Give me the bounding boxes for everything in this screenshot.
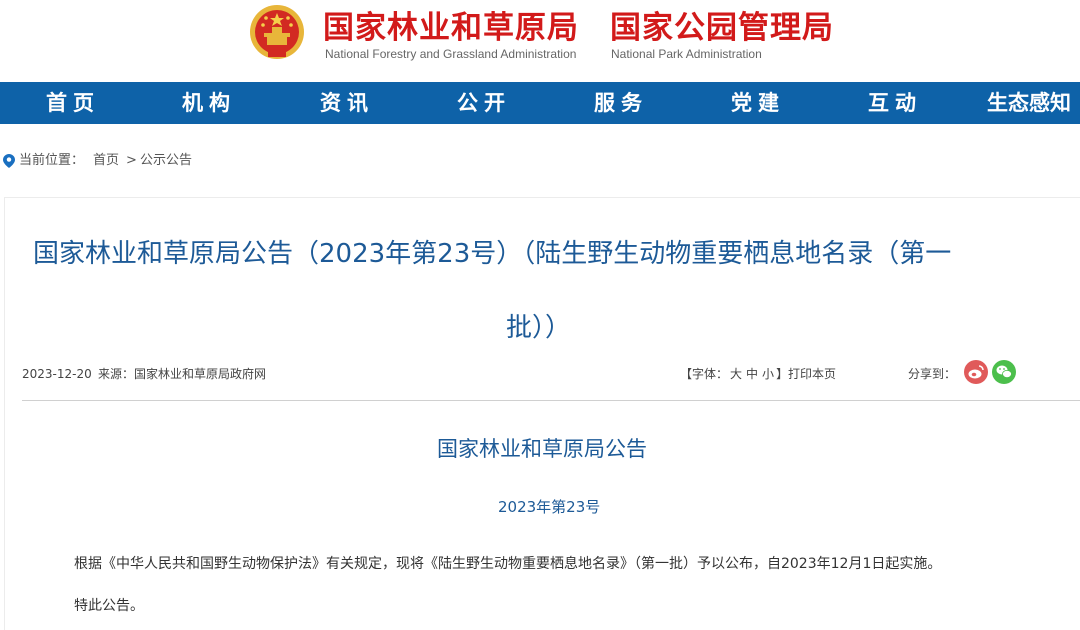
org-subtitle-forestry: National Forestry and Grassland Administ… <box>325 47 576 61</box>
font-size-suffix: 】 <box>776 367 788 381</box>
org-title-parks: 国家公园管理局 <box>610 2 834 47</box>
breadcrumb-prefix: 当前位置： <box>19 150 84 172</box>
share-label: 分享到： <box>908 364 956 384</box>
main-nav: 首页 机构 资讯 公开 服务 党建 互动 生态感知 <box>0 82 1080 124</box>
nav-item-ecology[interactable]: 生态感知 <box>987 82 1071 124</box>
nav-item-news[interactable]: 资讯 <box>320 82 374 124</box>
article-title: 国家林业和草原局公告（2023年第23号）（陆生野生动物重要栖息地名录（第一 <box>33 234 951 274</box>
meta-divider <box>22 400 1080 401</box>
breadcrumb-separator: > <box>126 150 137 172</box>
article-source: 来源：国家林业和草原局政府网 <box>98 364 266 384</box>
nav-item-public-info[interactable]: 公开 <box>457 82 511 124</box>
font-size-medium-button[interactable]: 中 <box>746 367 758 381</box>
document-body-paragraph: 根据《中华人民共和国野生动物保护法》有关规定，现将《陆生野生动物重要栖息地名录》… <box>74 552 941 576</box>
print-page-link[interactable]: 打印本页 <box>788 364 836 384</box>
national-emblem-icon <box>248 3 306 61</box>
org-subtitle-parks: National Park Administration <box>611 47 762 61</box>
font-size-large-button[interactable]: 大 <box>730 367 742 381</box>
nav-item-services[interactable]: 服务 <box>594 82 648 124</box>
nav-item-interaction[interactable]: 互动 <box>868 82 922 124</box>
article-title-continued: 批）） <box>506 308 571 348</box>
document-heading: 国家林业和草原局公告 <box>437 434 647 464</box>
font-size-controls: 【字体：大中小】 <box>680 364 788 384</box>
weibo-share-button[interactable] <box>964 360 988 384</box>
org-title-forestry: 国家林业和草原局 <box>323 2 579 47</box>
font-size-prefix: 【字体： <box>680 367 728 381</box>
site-header: 国家林业和草原局 National Forestry and Grassland… <box>0 0 1080 82</box>
nav-item-home[interactable]: 首页 <box>46 82 100 124</box>
breadcrumb-current-link[interactable]: 公示公告 <box>140 150 192 172</box>
nav-item-organization[interactable]: 机构 <box>182 82 236 124</box>
publish-date: 2023-12-20 <box>22 364 92 384</box>
document-number: 2023年第23号 <box>498 495 600 519</box>
wechat-icon <box>992 360 1016 384</box>
location-pin-icon <box>3 154 15 168</box>
weibo-icon <box>964 360 988 384</box>
breadcrumb-home-link[interactable]: 首页 <box>93 150 119 172</box>
wechat-share-button[interactable] <box>992 360 1016 384</box>
font-size-small-button[interactable]: 小 <box>762 367 774 381</box>
nav-item-party[interactable]: 党建 <box>731 82 785 124</box>
document-closing: 特此公告。 <box>74 594 144 618</box>
